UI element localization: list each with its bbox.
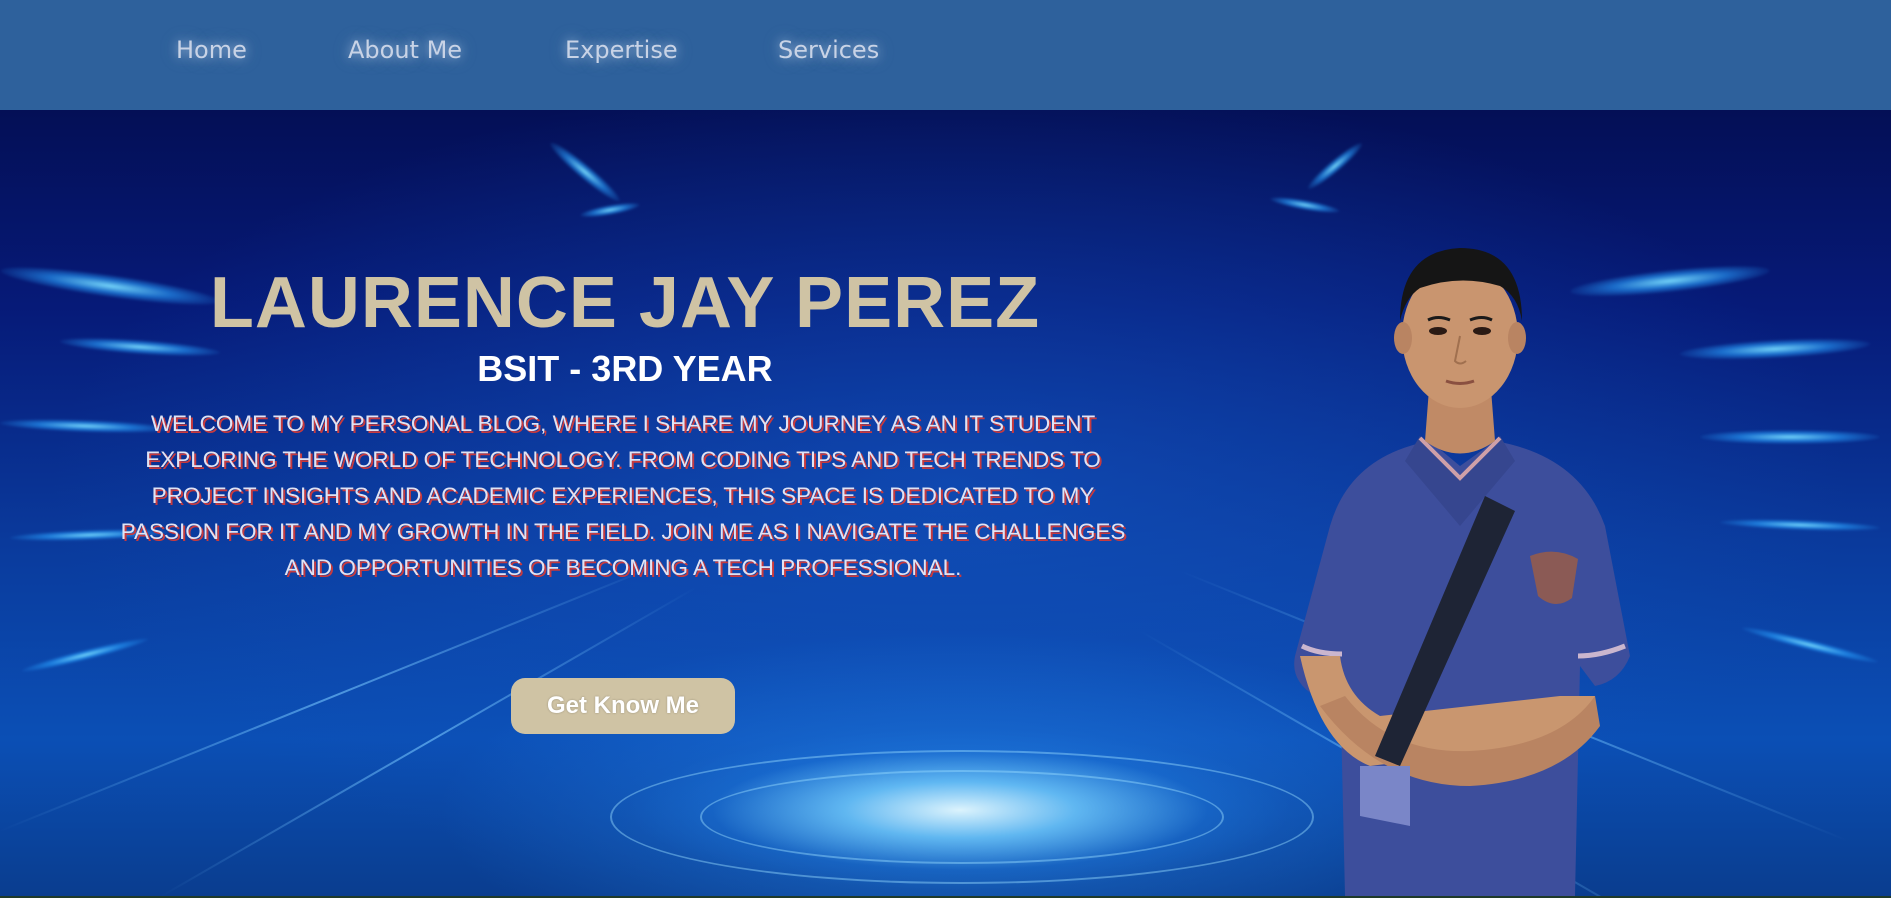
nav-link-about-me[interactable]: About Me bbox=[348, 36, 462, 64]
profile-photo bbox=[1294, 248, 1630, 896]
nav-link-home[interactable]: Home bbox=[176, 36, 247, 64]
navbar: Home About Me Expertise Services bbox=[0, 0, 1891, 110]
hero-name-heading: LAURENCE JAY PEREZ bbox=[209, 263, 1041, 343]
hero-intro-text: WELCOME TO MY PERSONAL BLOG, WHERE I SHA… bbox=[120, 411, 1126, 580]
nav-link-services[interactable]: Services bbox=[778, 36, 879, 64]
hero-subtitle: BSIT - 3RD YEAR bbox=[477, 348, 773, 389]
get-know-me-button[interactable]: Get Know Me bbox=[511, 678, 735, 734]
hero-section: LAURENCE JAY PEREZ BSIT - 3RD YEAR WELCO… bbox=[0, 110, 1891, 896]
page: Home About Me Expertise Services LAURENC… bbox=[0, 0, 1891, 898]
nav-link-expertise[interactable]: Expertise bbox=[565, 36, 678, 64]
